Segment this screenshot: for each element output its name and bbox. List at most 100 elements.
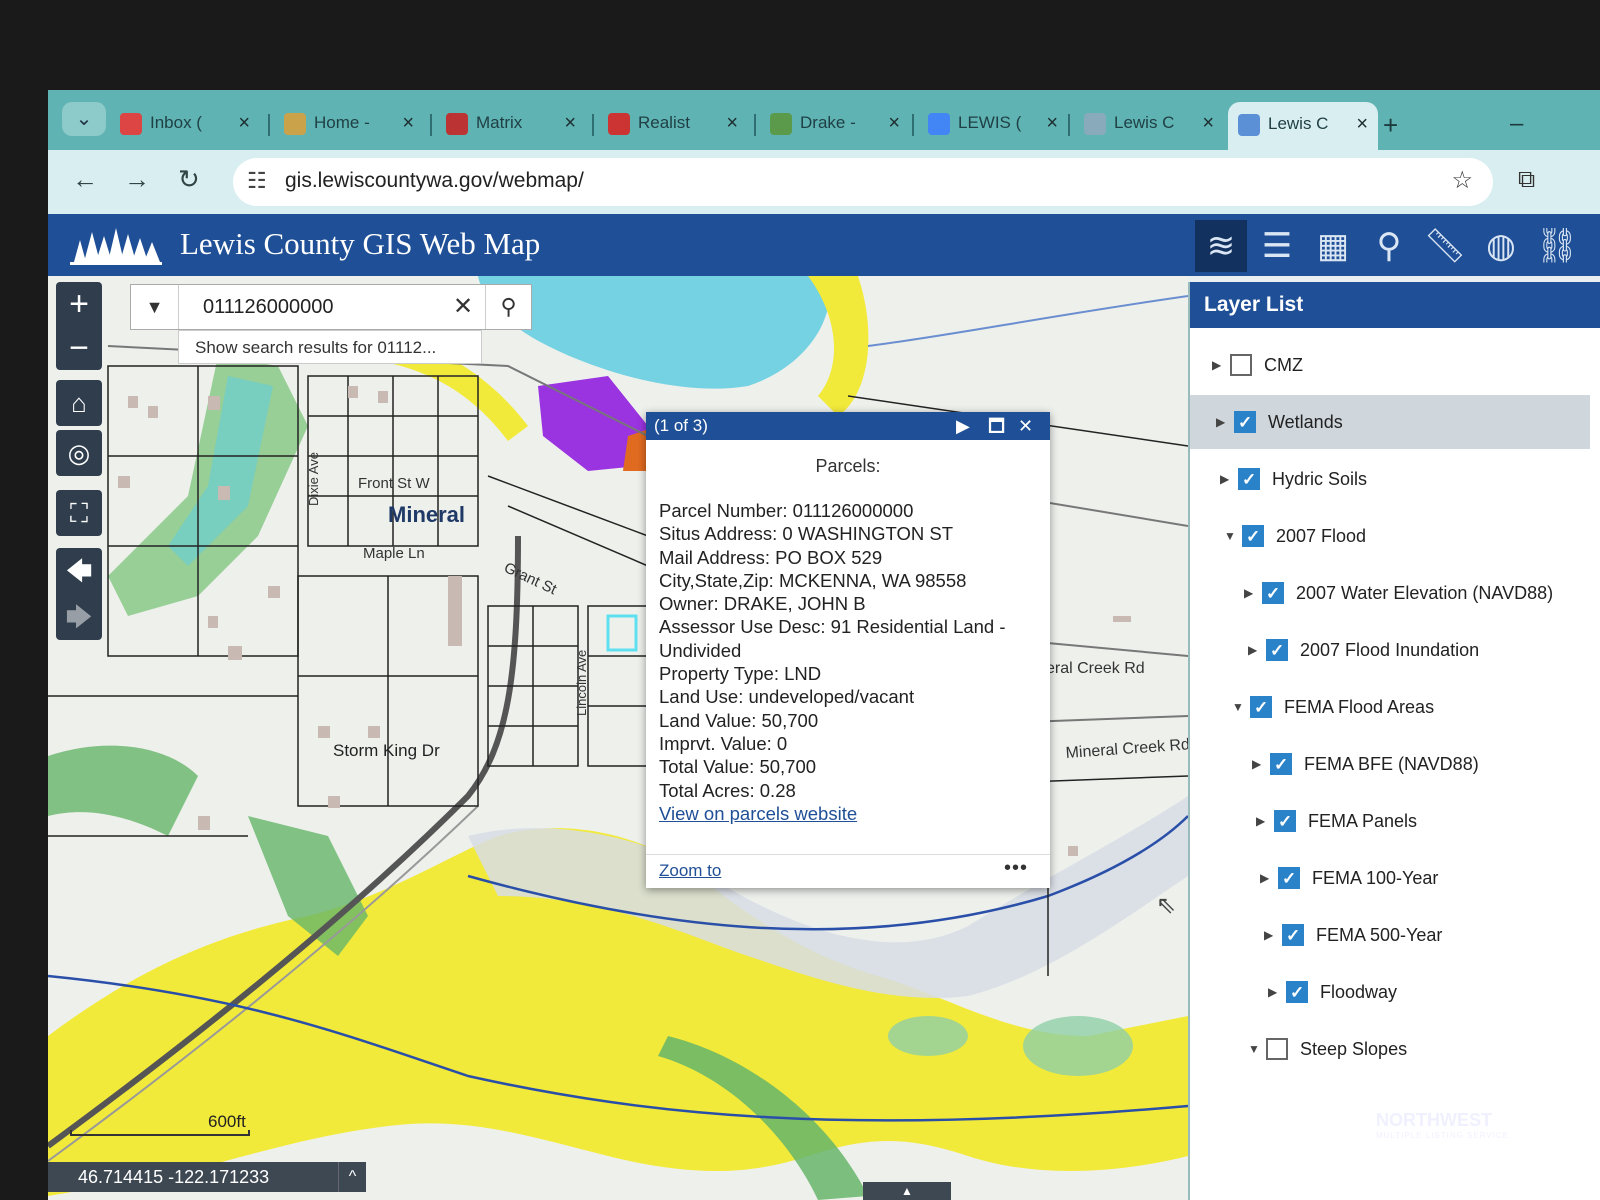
expand-arrow-icon[interactable]: ▶ [1256,794,1265,848]
layer-item[interactable]: ▶ Wetlands [1190,395,1590,450]
close-icon[interactable]: ✕ [1018,412,1033,440]
new-tab-button[interactable]: + [1383,110,1398,141]
more-actions-icon[interactable]: ••• [1004,857,1028,880]
layer-item[interactable]: ▶ 2007 Water Elevation (NAVD88) [1190,566,1590,621]
search-suggestion[interactable]: Show search results for 01112... [178,330,482,364]
layer-checkbox[interactable] [1250,681,1272,735]
search-input[interactable]: 011126000000 [203,296,334,319]
collapse-arrow-icon[interactable]: ▼ [1224,509,1236,563]
maximize-icon[interactable]: 🗖 [988,412,1005,440]
browser-tab[interactable]: Realist × [598,106,748,140]
layer-checkbox[interactable] [1234,396,1256,450]
layer-checkbox[interactable] [1282,909,1304,963]
layer-checkbox[interactable] [1266,624,1288,678]
layer-checkbox[interactable] [1274,795,1296,849]
layer-item[interactable]: ▶ Floodway [1190,965,1590,1020]
tab-label: LEWIS ( [958,113,1022,132]
link-icon[interactable]: ⛓︎ [1531,220,1583,272]
extent-nav: 🡄 🡆 [56,548,102,640]
tab-close-icon[interactable]: × [238,106,250,140]
layer-checkbox[interactable] [1242,510,1264,564]
zoom-in-button[interactable]: + [56,282,102,326]
browser-tab[interactable]: Matrix × [436,106,586,140]
tab-close-icon[interactable]: × [564,106,576,140]
minimize-button[interactable]: – [1510,110,1523,138]
back-icon[interactable]: ← [72,164,98,195]
browser-tab[interactable]: Inbox (× [110,106,260,140]
tab-favicon-icon [120,112,142,135]
collapse-arrow-icon[interactable]: ▼ [1232,680,1244,734]
expand-arrow-icon[interactable]: ▶ [1212,338,1221,392]
zoom-to-link[interactable]: Zoom to [659,861,721,881]
tab-close-icon[interactable]: × [402,106,414,140]
browser-tab[interactable]: Lewis C × [1228,102,1378,150]
bookmark-star-icon[interactable]: ☆ [1451,166,1473,195]
expand-arrow-icon[interactable]: ▶ [1244,566,1253,620]
legend-icon[interactable]: ☰ [1251,220,1303,272]
extensions-icon[interactable]: ⧉ [1518,166,1535,194]
browser-tab[interactable]: Lewis C × [1074,106,1224,140]
layer-checkbox[interactable] [1266,1038,1288,1060]
browser-tab[interactable]: Drake - × [760,106,910,140]
layer-checkbox[interactable] [1278,852,1300,906]
expand-arrow-icon[interactable]: ▶ [1248,623,1257,677]
expand-arrow-icon[interactable]: ▶ [1264,908,1273,962]
tab-close-icon[interactable]: × [726,106,738,140]
layer-label: FEMA Panels [1308,811,1418,831]
next-extent-icon[interactable]: 🡆 [56,594,102,640]
layer-item[interactable]: ▶ FEMA Panels [1190,794,1590,849]
home-icon[interactable]: ⌂ [56,380,102,426]
reload-icon[interactable]: ↻ [178,164,200,195]
zoom-out-button[interactable]: − [56,326,102,370]
site-info-icon[interactable]: ☷ [247,168,267,194]
locate-icon[interactable]: ◎ [56,430,102,476]
layer-checkbox[interactable] [1230,354,1252,376]
tab-close-icon[interactable]: × [1046,106,1058,140]
layer-item[interactable]: ▼ Steep Slopes [1190,1022,1590,1076]
clear-icon[interactable]: ✕ [453,292,473,321]
attribution-toggle[interactable]: ▲ [863,1182,951,1200]
measure-icon[interactable]: 📏︎ [1419,220,1471,272]
basemap-icon[interactable]: ▦ [1307,220,1359,272]
layer-item[interactable]: ▼ 2007 Flood [1190,509,1590,564]
search-submit-icon[interactable]: ⚲ [485,285,531,329]
search-icon[interactable]: ⚲ [1363,220,1415,272]
expand-arrow-icon[interactable]: ▶ [1220,452,1229,506]
layers-icon[interactable]: ≋ [1195,220,1247,272]
parcels-website-link[interactable]: View on parcels website [646,802,1050,825]
search-source-dropdown[interactable]: ▼ [131,285,179,329]
browser-tab[interactable]: Home - × [274,106,424,140]
forward-icon[interactable]: → [124,164,150,195]
tab-close-icon[interactable]: × [1202,106,1214,140]
map-view[interactable]: Mineral Front St W Maple Ln Grant St Sto… [48,276,1188,1200]
layer-item[interactable]: ▶ FEMA 500-Year [1190,908,1590,963]
url-bar[interactable]: ☷ gis.lewiscountywa.gov/webmap/ ☆ [233,158,1493,206]
coords-toggle-icon[interactable]: ^ [338,1162,366,1192]
tab-close-icon[interactable]: × [1356,102,1368,146]
layer-checkbox[interactable] [1270,738,1292,792]
collapse-arrow-icon[interactable]: ▼ [1248,1022,1260,1076]
expand-arrow-icon[interactable]: ▶ [1268,965,1277,1019]
palette-icon[interactable]: ◍ [1475,220,1527,272]
layer-item[interactable]: ▼ FEMA Flood Areas [1190,680,1590,735]
tab-favicon-icon [928,112,950,135]
browser-tab[interactable]: LEWIS ( × [918,106,1068,140]
layer-item[interactable]: ▶ CMZ [1190,338,1590,392]
layer-checkbox[interactable] [1286,966,1308,1020]
layer-item[interactable]: ▶ FEMA BFE (NAVD88) [1190,737,1590,792]
layer-item[interactable]: ▶ Hydric Soils [1190,452,1590,507]
tab-search-button[interactable]: ⌄ [62,102,106,136]
layer-checkbox[interactable] [1262,567,1284,621]
town-label: Mineral [388,502,465,527]
expand-arrow-icon[interactable]: ▶ [1252,737,1261,791]
layer-item[interactable]: ▶ 2007 Flood Inundation [1190,623,1590,678]
tab-close-icon[interactable]: × [888,106,900,140]
layer-checkbox[interactable] [1238,453,1260,507]
next-feature-icon[interactable]: ▶ [956,412,970,440]
expand-arrow-icon[interactable]: ▶ [1216,395,1225,449]
expand-arrow-icon[interactable]: ▶ [1260,851,1269,905]
layer-item[interactable]: ▶ FEMA 100-Year [1190,851,1590,906]
previous-extent-icon[interactable]: 🡄 [56,548,102,594]
street-label: eral Creek Rd [1046,660,1145,677]
fullscreen-icon[interactable]: ⛶ [56,490,102,536]
